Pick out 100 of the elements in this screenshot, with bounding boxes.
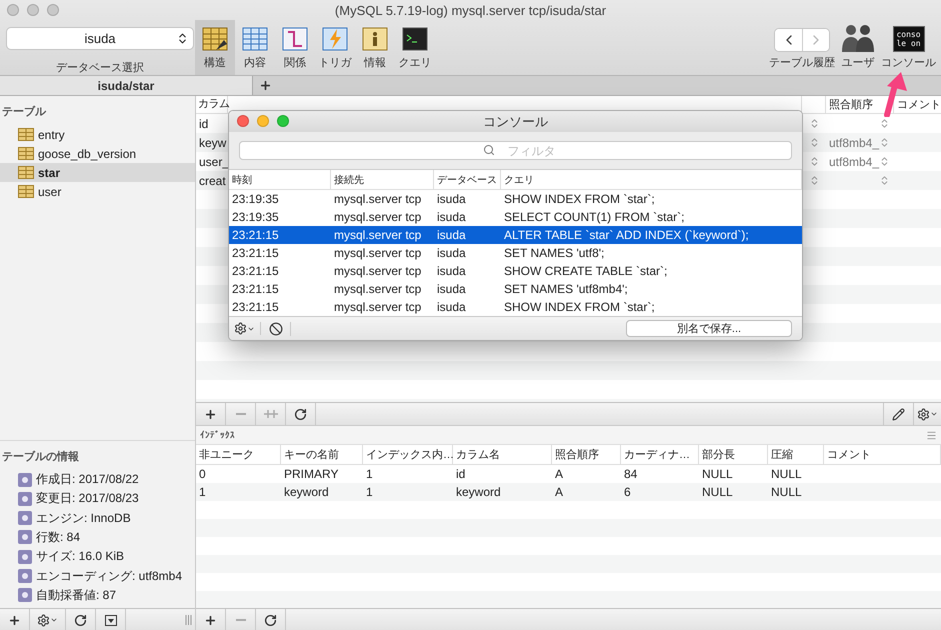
lightning-icon [322, 26, 348, 52]
zoom-button[interactable] [47, 4, 59, 16]
log-row[interactable]: 23:21:15 mysql.server tcp isuda SET NAMES 'utf8mb4'; [229, 280, 802, 298]
database-select[interactable]: isuda [6, 27, 194, 50]
table-list-item[interactable]: entry [0, 125, 195, 144]
console-label: コンソール [881, 56, 936, 70]
table-cell-text: NULL [770, 466, 803, 483]
stepper-icon[interactable] [879, 118, 890, 129]
view-tab[interactable]: 情報 [355, 20, 395, 75]
view-tab[interactable]: トリガ [315, 20, 355, 75]
column-header[interactable]: 接続先 [331, 170, 434, 189]
column-header[interactable]: 部分長 [699, 445, 768, 464]
refresh-icon [74, 614, 87, 626]
duplicate-icon [264, 409, 278, 419]
close-button[interactable] [237, 115, 249, 127]
minimize-button[interactable] [27, 4, 39, 16]
column-header[interactable]: データベース [434, 170, 501, 189]
table-grid-icon [242, 26, 268, 52]
info-bullet-icon [18, 588, 32, 602]
column-header[interactable]: カラム名 [453, 445, 552, 464]
no-entry-icon [268, 322, 282, 336]
table-cell-text: NULL [770, 484, 803, 501]
save-as-button[interactable]: 別名で保存... [626, 320, 792, 337]
stepper-icon[interactable] [879, 137, 890, 148]
plus-icon [204, 614, 217, 626]
table-list-item[interactable]: user [0, 182, 195, 201]
table-cell-text: 84 [623, 466, 638, 483]
table-cell-text: 1 [365, 466, 374, 483]
settings-icon [917, 408, 938, 420]
info-bullet-icon [18, 569, 32, 584]
column-header[interactable]: カーディナ… [621, 445, 699, 464]
plus-icon [204, 408, 217, 420]
table-cell-text: id [455, 466, 466, 483]
minimize-button[interactable] [257, 115, 269, 127]
table-cell-text: NULL [701, 466, 734, 483]
plus-icon [8, 614, 21, 626]
column-header[interactable]: 圧縮 [768, 445, 824, 464]
relation-link-icon [282, 26, 308, 52]
refresh-icon [264, 614, 277, 626]
stepper-icon[interactable] [879, 156, 890, 167]
minus-icon [236, 619, 246, 621]
log-row[interactable]: 23:21:15 mysql.server tcp isuda ALTER TABLE `star` ADD INDEX (`keyword`); [229, 226, 802, 244]
table-list-item[interactable]: star [0, 163, 195, 182]
table-cell-text: NULL [701, 484, 734, 501]
close-button[interactable] [7, 4, 19, 16]
log-row[interactable]: 23:19:35 mysql.server tcp isuda SELECT COUNT(1) FROM `star`; [229, 208, 802, 226]
history-label: テーブル履歴 [769, 56, 835, 70]
menu-icon[interactable] [926, 430, 937, 440]
column-header[interactable]: 時刻 [229, 170, 331, 189]
log-row[interactable]: 23:21:15 mysql.server tcp isuda SET NAMES 'utf8'; [229, 244, 802, 262]
console-toggle-icon[interactable]: conso le on [892, 26, 924, 52]
column-header[interactable]: 照合順序 [552, 445, 621, 464]
info-bullet-icon [18, 550, 32, 564]
column-header[interactable]: インデックス内… [363, 445, 453, 464]
dropdown-box-icon [104, 614, 116, 626]
view-tab[interactable]: クエリ [395, 20, 435, 75]
database-select-label: データベース選択 [56, 61, 144, 75]
pencil-icon [892, 408, 905, 420]
info-bullet-icon [18, 530, 32, 544]
info-bullet-icon [18, 511, 32, 526]
refresh-icon [294, 408, 307, 420]
plus-icon [258, 79, 272, 92]
view-tab[interactable]: 内容 [235, 20, 275, 75]
table-icon [18, 185, 34, 198]
table-icon [18, 166, 34, 179]
log-row[interactable]: 23:21:15 mysql.server tcp isuda SHOW CREATE TABLE `star`; [229, 262, 802, 280]
stepper-icon[interactable] [879, 175, 890, 186]
column-header[interactable]: キーの名前 [281, 445, 363, 464]
table-cell-text: PRIMARY [283, 466, 340, 483]
console-title: コンソール [483, 112, 548, 130]
table-cell-text: keyword [283, 484, 330, 501]
table-icon [18, 147, 34, 160]
table-cell-text: user_ [198, 154, 228, 170]
document-tab[interactable]: isuda/star [0, 76, 253, 95]
settings-icon [234, 322, 255, 335]
minus-icon [236, 413, 246, 415]
info-text: 変更日: 2017/08/23 [36, 490, 139, 508]
table-list-item[interactable]: goose_db_version [0, 144, 195, 163]
info-text: エンコーディング: utf8mb4 [36, 568, 182, 585]
table-cell-text: A [554, 466, 564, 483]
view-tab[interactable]: 関係 [275, 20, 315, 75]
users-icon[interactable] [841, 22, 875, 52]
column-header[interactable]: 照合順序 [826, 96, 894, 113]
column-header[interactable]: カラム [196, 98, 230, 110]
filter-field[interactable]: フィルタ [239, 141, 792, 160]
column-header[interactable]: コメント [824, 445, 941, 464]
view-tab[interactable]: 構造 [195, 20, 235, 75]
log-row[interactable]: 23:21:15 mysql.server tcp isuda SHOW INDEX FROM `star`; [229, 298, 802, 316]
column-header[interactable]: 非ユニーク [196, 445, 281, 464]
table-cell-text: 1 [365, 484, 374, 501]
info-bullet-icon [18, 472, 32, 487]
log-row[interactable]: 23:19:35 mysql.server tcp isuda SHOW INDEX FROM `star`; [229, 190, 802, 208]
info-text: 自動採番値: 87 [36, 586, 116, 604]
table-cell-text: A [554, 484, 564, 501]
column-header[interactable]: クエリ [501, 170, 802, 189]
zoom-button[interactable] [277, 115, 289, 127]
index-section-title: ｲﾝﾃﾞｯｸｽ [200, 430, 235, 440]
info-text: サイズ: 16.0 KiB [36, 548, 124, 566]
info-bullet-icon [18, 492, 32, 506]
column-header[interactable]: コメント [894, 96, 941, 113]
